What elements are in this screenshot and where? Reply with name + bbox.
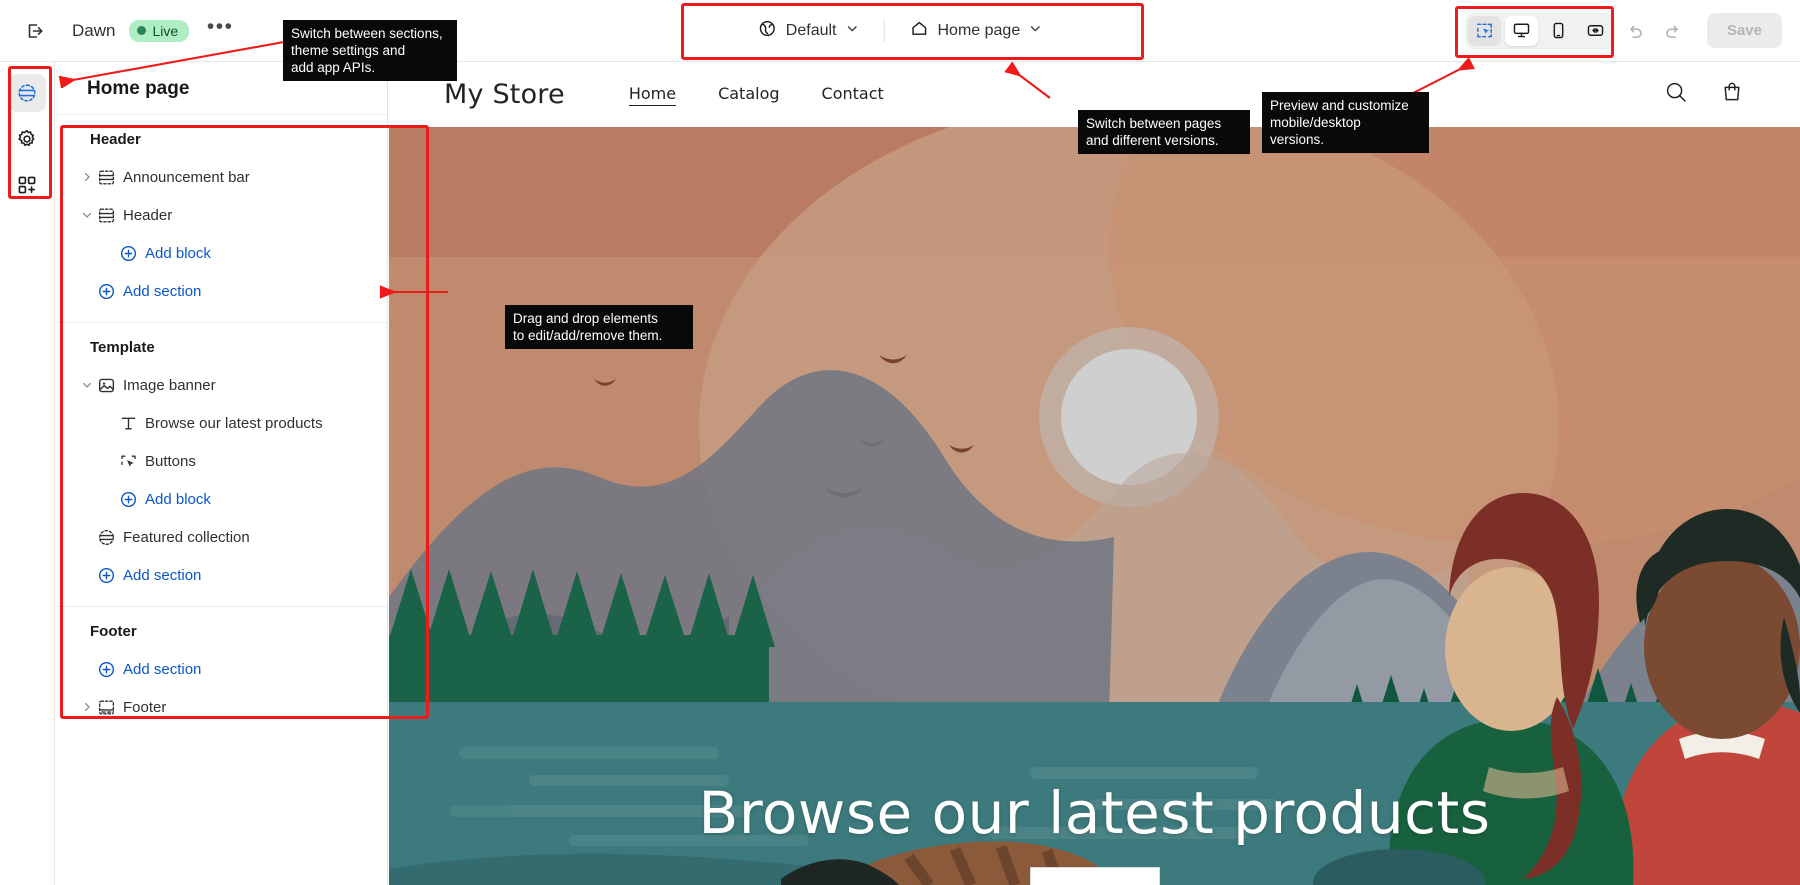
exit-icon[interactable]	[18, 14, 52, 48]
undo-icon[interactable]	[1617, 14, 1653, 48]
left-rail	[0, 62, 55, 885]
store-actions	[1663, 79, 1745, 110]
section-row-label: Add block	[145, 490, 211, 508]
section-row-label: Header	[123, 206, 173, 224]
section-row-browse-our-latest-products[interactable]: Browse our latest products	[55, 404, 387, 442]
section-row-label: Image banner	[123, 376, 216, 394]
hero-heading: Browse our latest products	[698, 779, 1491, 847]
section-row-label: Footer	[123, 698, 167, 716]
chevron-down-icon[interactable]	[77, 209, 97, 221]
section-row-image-banner[interactable]: Image banner	[55, 366, 387, 404]
section-group-footer: Footer Add section Footer	[55, 607, 387, 738]
toolbar-left-group: Dawn Live •••	[0, 14, 237, 48]
desktop-view[interactable]	[1504, 15, 1538, 46]
hero-cta-button[interactable]	[1029, 867, 1160, 885]
plus-circle-icon	[119, 244, 145, 263]
theme-name: Dawn	[72, 20, 116, 40]
app-embeds-tab[interactable]	[8, 166, 46, 204]
globe-icon	[758, 19, 777, 43]
section-row-label: Announcement bar	[123, 168, 250, 186]
fullwidth-view[interactable]	[1579, 16, 1612, 46]
nav-link-home[interactable]: Home	[628, 84, 677, 106]
tooltip-drag-drop: Drag and drop elements to edit/add/remov…	[505, 305, 693, 349]
section-tree: Header Announcement bar Header Add block Add…	[55, 115, 387, 738]
section-row-label: Add section	[123, 282, 202, 300]
chevron-down-icon	[1029, 22, 1042, 40]
store-nav: Home Catalog Contact	[628, 84, 884, 106]
search-icon[interactable]	[1663, 79, 1689, 110]
section-icon	[97, 168, 123, 187]
section-row-header[interactable]: Header	[55, 196, 387, 234]
chevron-right-icon[interactable]	[77, 171, 97, 183]
plus-circle-icon	[97, 566, 123, 585]
tooltip-devices: Preview and customize mobile/desktop ver…	[1262, 92, 1429, 153]
section-row-featured-collection[interactable]: Featured collection	[55, 518, 387, 556]
plus-circle-icon	[97, 660, 123, 679]
status-badge: Live	[129, 19, 190, 42]
more-options-label: •••	[206, 14, 234, 38]
chevron-right-icon[interactable]	[77, 701, 97, 713]
chevron-down-icon[interactable]	[77, 379, 97, 391]
status-badge-label: Live	[152, 22, 179, 39]
button-icon	[119, 452, 145, 471]
theme-editor-app: Dawn Live ••• Default Home page Save Hom…	[0, 0, 1800, 885]
section-row-label: Buttons	[145, 452, 196, 470]
section-group-title: Footer	[90, 623, 137, 640]
redo-icon[interactable]	[1655, 14, 1691, 48]
image-banner-section[interactable]: Browse our latest products	[389, 127, 1800, 885]
tooltip-sections-rail: Switch between sections, theme settings …	[283, 20, 457, 81]
section-row-label: Featured collection	[123, 528, 250, 546]
cart-icon[interactable]	[1719, 79, 1745, 110]
image-icon	[97, 376, 123, 395]
chevron-down-icon	[845, 22, 858, 40]
section-group-title: Template	[90, 339, 155, 356]
page-selector[interactable]: Home page	[898, 12, 1053, 50]
section-group-header: Header Announcement bar Header Add block Add…	[55, 115, 387, 323]
storefront-preview: My Store Home Catalog Contact Browse our…	[389, 62, 1800, 885]
tooltip-pages: Switch between pages and different versi…	[1078, 110, 1250, 154]
theme-settings-tab[interactable]	[8, 120, 46, 158]
section-row-label: Browse our latest products	[145, 414, 323, 432]
section-row-label: Add section	[123, 660, 202, 678]
section-row-footer[interactable]: Footer	[55, 688, 387, 726]
section-row-announcement-bar[interactable]: Announcement bar	[55, 158, 387, 196]
live-dot-icon	[137, 26, 147, 35]
section-group-template: Template Image banner Browse our latest pr…	[55, 323, 387, 607]
market-label: Default	[785, 21, 837, 39]
store-logo[interactable]: My Store	[444, 79, 565, 110]
section-group-title: Header	[90, 131, 141, 148]
section-row-add-section[interactable]: Add section	[55, 272, 387, 310]
section-row-buttons[interactable]: Buttons	[55, 442, 387, 480]
inspector-toggle[interactable]	[1467, 15, 1501, 46]
footer-icon	[97, 698, 123, 717]
section-row-add-block[interactable]: Add block	[55, 480, 387, 518]
sections-tab[interactable]	[8, 74, 46, 112]
mobile-view[interactable]	[1542, 16, 1575, 46]
section-icon	[97, 206, 123, 225]
hero-illustration	[389, 127, 1800, 885]
nav-link-contact[interactable]: Contact	[822, 84, 884, 105]
section-row-add-section[interactable]: Add section	[55, 556, 387, 594]
sections-sidebar: Home page Header Announcement bar Header Ad…	[55, 62, 388, 885]
view-mode-group	[1464, 12, 1615, 49]
toolbar-divider	[883, 19, 885, 42]
home-icon	[909, 19, 928, 43]
toolbar-center-group: Default Home page	[747, 11, 1053, 51]
section-row-label: Add block	[145, 244, 211, 262]
section-row-add-block[interactable]: Add block	[55, 234, 387, 272]
toolbar-right-group: Save	[1464, 12, 1782, 49]
top-toolbar: Dawn Live ••• Default Home page Save	[0, 0, 1800, 62]
plus-circle-icon	[119, 490, 145, 509]
collection-icon	[97, 528, 123, 547]
section-row-label: Add section	[123, 566, 202, 584]
save-button[interactable]: Save	[1706, 13, 1782, 48]
nav-link-catalog[interactable]: Catalog	[718, 84, 779, 105]
market-selector[interactable]: Default	[747, 12, 870, 50]
page-label: Home page	[937, 21, 1021, 39]
text-icon	[119, 414, 145, 433]
plus-circle-icon	[97, 282, 123, 301]
more-options-button[interactable]: •••	[203, 14, 237, 48]
section-row-add-section[interactable]: Add section	[55, 650, 387, 688]
